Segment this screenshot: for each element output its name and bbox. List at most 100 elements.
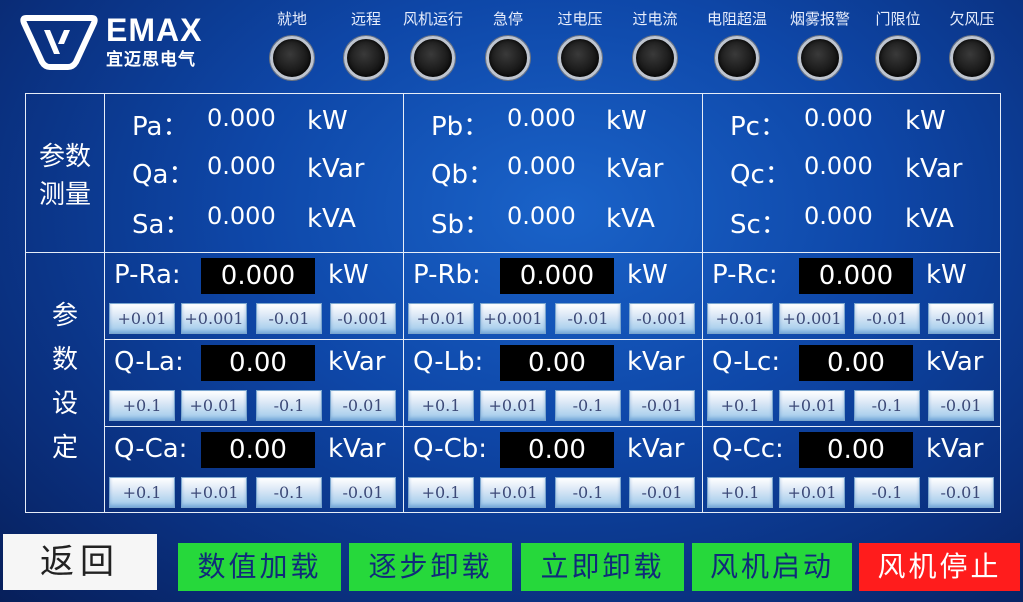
setting-value-display[interactable]: 0.000 [799, 258, 913, 294]
measure-label-line: 参数 [38, 142, 91, 172]
step-adjust-button[interactable]: -0.001 [330, 303, 396, 334]
measurement-unit: kVA [307, 204, 356, 234]
indicator-label: 过电流 [632, 10, 678, 28]
step-adjust-button[interactable]: +0.001 [181, 303, 247, 334]
step-adjust-button[interactable]: -0.01 [629, 477, 695, 508]
indicator: 就地 [252, 8, 332, 80]
indicator-lamp-icon [876, 36, 920, 80]
indicator-lamp-icon [344, 36, 388, 80]
setting-section-label: 参 数 设 定 [26, 294, 104, 470]
setting-name: Q-Lc: [712, 347, 781, 377]
step-adjust-button[interactable]: -0.1 [256, 477, 322, 508]
indicator-lamp-icon [558, 36, 602, 80]
step-adjust-button[interactable]: -0.01 [330, 477, 396, 508]
step-adjust-button[interactable]: +0.1 [707, 390, 773, 421]
step-adjust-button[interactable]: -0.1 [555, 477, 621, 508]
setting-name: Q-Lb: [413, 347, 484, 377]
step-adjust-button[interactable]: -0.01 [928, 390, 994, 421]
step-adjust-button[interactable]: -0.1 [854, 390, 920, 421]
back-button[interactable]: 返回 [3, 534, 157, 590]
setting-name: P-Rb: [413, 260, 481, 290]
step-adjust-button[interactable]: +0.1 [408, 390, 474, 421]
setting-value-display[interactable]: 0.00 [500, 345, 614, 381]
brand-logo: EMAX 宜迈思电气 [20, 12, 210, 72]
immediate-unload-button[interactable]: 立即卸载 [521, 543, 684, 591]
measurement-name: Qb： [431, 160, 494, 190]
indicator-label: 烟雾报警 [789, 10, 850, 28]
load-values-button[interactable]: 数值加载 [178, 543, 341, 591]
setting-unit: kVar [328, 347, 386, 377]
measurement-value: 0.000 [207, 202, 276, 230]
parameter-grid: 参数 测量 参 数 设 定 Pa： 0.000 kW Qa： 0.000 kVar Sa： 0… [25, 93, 1001, 513]
step-adjust-button[interactable]: -0.01 [330, 390, 396, 421]
step-adjust-button[interactable]: +0.01 [109, 303, 175, 334]
grid-divider [104, 94, 105, 512]
indicator: 门限位 [858, 8, 938, 80]
indicator-lamp-icon [798, 36, 842, 80]
setting-label-char: 参 [51, 301, 78, 331]
setting-name: Q-La: [114, 347, 184, 377]
step-adjust-button[interactable]: +0.1 [408, 477, 474, 508]
setting-value-display[interactable]: 0.000 [201, 258, 315, 294]
step-unload-button[interactable]: 逐步卸载 [349, 543, 512, 591]
grid-divider [403, 94, 404, 512]
step-adjust-button[interactable]: -0.1 [854, 477, 920, 508]
step-adjust-button[interactable]: -0.01 [256, 303, 322, 334]
setting-unit: kVar [328, 434, 386, 464]
indicator-label: 门限位 [875, 10, 921, 28]
step-adjust-button[interactable]: +0.01 [779, 477, 845, 508]
step-adjust-button[interactable]: +0.01 [480, 390, 546, 421]
measurement-value: 0.000 [507, 152, 576, 180]
step-adjust-button[interactable]: -0.001 [928, 303, 994, 334]
step-adjust-button[interactable]: -0.01 [629, 390, 695, 421]
setting-name: P-Ra: [114, 260, 181, 290]
fan-start-button[interactable]: 风机启动 [692, 543, 852, 591]
step-adjust-button[interactable]: +0.01 [181, 390, 247, 421]
measurement-value: 0.000 [207, 104, 276, 132]
step-adjust-button[interactable]: +0.1 [109, 390, 175, 421]
indicator: 急停 [468, 8, 548, 80]
measurement-name: Sc： [730, 210, 787, 240]
setting-value-display[interactable]: 0.00 [799, 432, 913, 468]
step-adjust-button[interactable]: -0.1 [256, 390, 322, 421]
emax-logo-icon [20, 15, 98, 70]
measurement-unit: kW [606, 106, 647, 136]
measurement-value: 0.000 [207, 152, 276, 180]
setting-value-display[interactable]: 0.00 [500, 432, 614, 468]
indicator-label: 电阻超温 [706, 10, 767, 28]
step-adjust-button[interactable]: +0.001 [779, 303, 845, 334]
setting-value-display[interactable]: 0.00 [201, 345, 315, 381]
setting-value-display[interactable]: 0.00 [799, 345, 913, 381]
step-adjust-button[interactable]: -0.01 [555, 303, 621, 334]
step-adjust-button[interactable]: +0.01 [480, 477, 546, 508]
indicator-lamp-icon [270, 36, 314, 80]
setting-value-display[interactable]: 0.000 [500, 258, 614, 294]
step-adjust-button[interactable]: +0.1 [707, 477, 773, 508]
grid-divider [104, 339, 1000, 340]
setting-unit: kVar [926, 434, 984, 464]
step-adjust-button[interactable]: +0.01 [779, 390, 845, 421]
step-adjust-button[interactable]: -0.01 [928, 477, 994, 508]
step-adjust-button[interactable]: +0.1 [109, 477, 175, 508]
fan-stop-button[interactable]: 风机停止 [859, 543, 1020, 591]
indicator: 烟雾报警 [780, 8, 860, 80]
measurement-name: Sa： [132, 210, 191, 240]
step-adjust-button[interactable]: +0.01 [707, 303, 773, 334]
indicator-lamp-icon [486, 36, 530, 80]
measurement-unit: kVar [606, 154, 664, 184]
measurement-unit: kVar [905, 154, 963, 184]
step-adjust-button[interactable]: +0.01 [408, 303, 474, 334]
step-adjust-button[interactable]: -0.1 [555, 390, 621, 421]
step-adjust-button[interactable]: -0.001 [629, 303, 695, 334]
setting-label-char: 数 [51, 345, 78, 375]
indicator-label: 过电压 [557, 10, 603, 28]
step-adjust-button[interactable]: +0.001 [480, 303, 546, 334]
step-adjust-button[interactable]: -0.01 [854, 303, 920, 334]
brand-subtitle: 宜迈思电气 [106, 50, 196, 70]
step-adjust-button[interactable]: +0.01 [181, 477, 247, 508]
brand-name: EMAX [106, 12, 203, 48]
setting-unit: kVar [627, 434, 685, 464]
setting-label-char: 定 [51, 433, 78, 463]
indicator: 过电流 [615, 8, 695, 80]
setting-value-display[interactable]: 0.00 [201, 432, 315, 468]
